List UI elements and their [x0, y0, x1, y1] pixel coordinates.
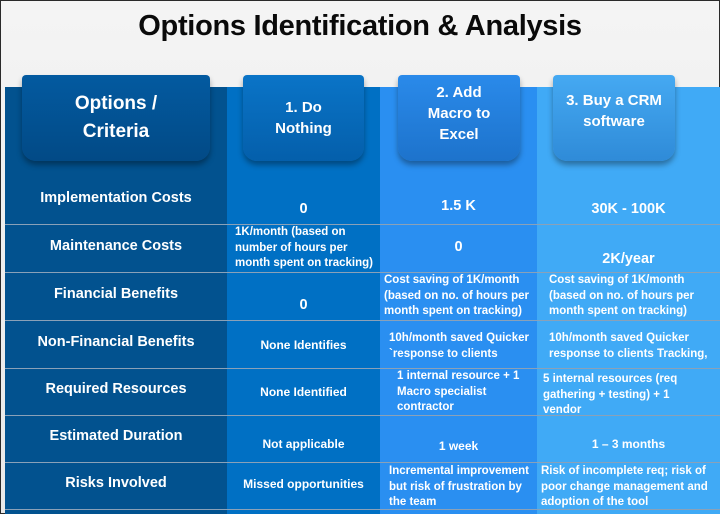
header-criteria: Options / Criteria [22, 75, 210, 161]
cell-text: Cost saving of 1K/month (based on no. of… [384, 274, 530, 317]
option1-cell: 1K/month (based on number of hours per m… [227, 225, 380, 272]
cell-text: 0 [299, 201, 308, 217]
table-row-risks-involved: Risks Involved Missed opportunities Incr… [5, 463, 720, 510]
table-row-implementation-costs: Implementation Costs 0 1.5 K 30K - 100K [5, 177, 720, 225]
criterion-cell: Required Resources [45, 380, 187, 397]
cell-text: 1K/month (based on number of hours per m… [235, 226, 373, 269]
option3-cell: Cost saving of 1K/month (based on no. of… [537, 273, 720, 320]
cell-text: 1 internal resource + 1 Macro specialist… [397, 370, 520, 413]
option1-cell: Not applicable [227, 415, 380, 462]
option2-cell: 10h/month saved Quicker `response to cli… [380, 321, 537, 368]
option1-cell: None Identifies [227, 321, 380, 368]
cell-text: Cost saving of 1K/month (based on no. of… [549, 274, 695, 317]
header-option-3-label: 3. Buy a CRM software [566, 92, 662, 130]
cell-text: 5 internal resources (req gathering + te… [543, 373, 678, 416]
table-row-estimated-duration: Estimated Duration Not applicable 1 week… [5, 415, 720, 463]
header-option-1-label: 1. Do Nothing [275, 99, 332, 137]
criterion-cell: Implementation Costs [40, 189, 192, 206]
cell-text: 1 – 3 months [591, 436, 666, 451]
cell-text: None Identifies [260, 337, 347, 352]
cell-text: 1.5 K [441, 198, 476, 214]
option2-cell: 0 [380, 225, 537, 272]
option1-cell: 0 [227, 177, 380, 224]
option2-cell: Cost saving of 1K/month (based on no. of… [380, 273, 537, 320]
option2-cell: 1 internal resource + 1 Macro specialist… [380, 368, 537, 415]
cell-text: Risk of incomplete req; risk of poor cha… [541, 465, 708, 508]
header-option-2-label: 2. Add Macro to Excel [427, 83, 491, 143]
cell-text: 30K - 100K [591, 201, 666, 217]
option3-cell: 1 – 3 months [537, 415, 720, 462]
cell-text: 10h/month saved Quicker `response to cli… [389, 332, 529, 360]
option1-cell: None Identified [227, 368, 380, 415]
slide-title: Options Identification & Analysis [138, 10, 582, 42]
cell-text: Missed opportunities [243, 477, 364, 491]
cell-text: 2K/year [602, 251, 655, 267]
option2-cell: 1 week [380, 415, 537, 462]
cell-text: 1 week [438, 438, 479, 453]
criterion-cell: Maintenance Costs [49, 237, 183, 254]
option1-cell: 0 [227, 273, 380, 320]
header-option-3: 3. Buy a CRM software [553, 75, 675, 161]
header-option-2: 2. Add Macro to Excel [398, 75, 520, 161]
option3-cell: 2K/year [537, 225, 720, 272]
header-criteria-label: Options / Criteria [74, 93, 158, 142]
table-row-required-resources: Required Resources None Identified 1 int… [5, 368, 720, 416]
cell-text: 10h/month saved Quicker response to clie… [549, 332, 708, 360]
criterion-cell: Estimated Duration [49, 427, 183, 444]
option3-cell: Risk of incomplete req; risk of poor cha… [537, 463, 720, 509]
table-row-maintenance-costs: Maintenance Costs 1K/month (based on num… [5, 225, 720, 273]
cell-text: Not applicable [262, 436, 345, 451]
option3-cell: 30K - 100K [537, 177, 720, 224]
option1-cell: Missed opportunities [227, 463, 380, 509]
criterion-cell: Financial Benefits [53, 285, 179, 302]
table-row-financial-benefits: Financial Benefits 0 Cost saving of 1K/m… [5, 273, 720, 321]
cell-text: None Identified [260, 384, 347, 399]
option2-cell: Incremental improvement but risk of frus… [380, 463, 537, 509]
criterion-cell: Risks Involved [65, 475, 167, 491]
cell-text: Incremental improvement but risk of frus… [389, 465, 529, 508]
table-row-non-financial-benefits: Non-Financial Benefits None Identifies 1… [5, 321, 720, 369]
header-option-1: 1. Do Nothing [243, 75, 364, 161]
option2-cell: 1.5 K [380, 177, 537, 224]
cell-text: 0 [299, 297, 308, 313]
cell-text: 0 [454, 239, 463, 255]
option3-cell: 5 internal resources (req gathering + te… [537, 368, 720, 416]
criterion-cell: Non-Financial Benefits [37, 333, 195, 350]
option3-cell: 10h/month saved Quicker response to clie… [537, 321, 720, 368]
